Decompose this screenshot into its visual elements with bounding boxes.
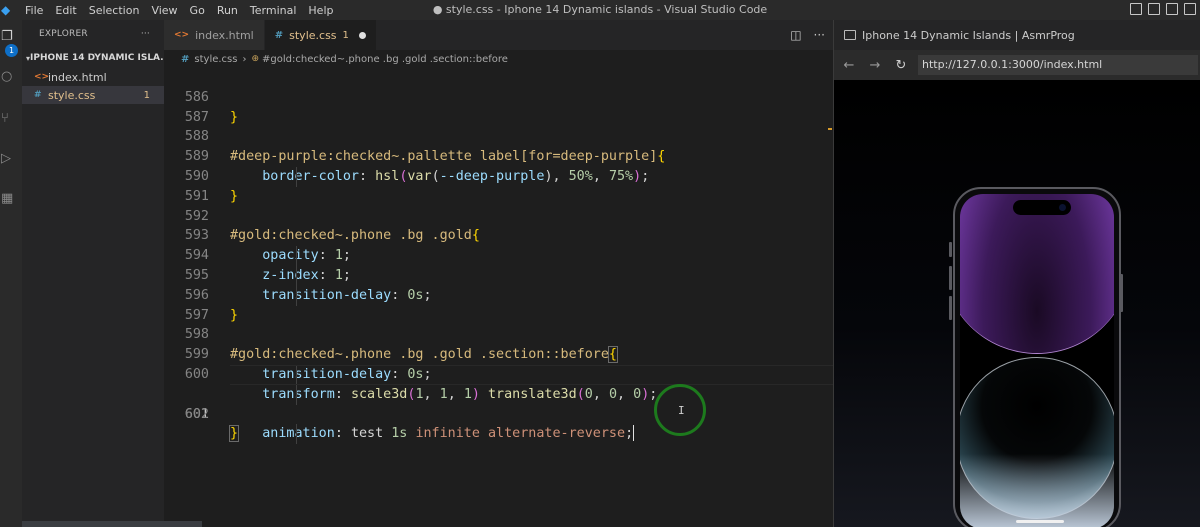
run-debug-icon[interactable]: ▷ bbox=[1, 152, 15, 166]
more-actions-icon[interactable]: ··· bbox=[814, 28, 825, 42]
explorer-more-icon[interactable]: ··· bbox=[141, 29, 150, 39]
html-file-icon: <> bbox=[34, 72, 50, 82]
back-arrow-icon[interactable]: ← bbox=[838, 58, 860, 73]
code-line: 591 bbox=[164, 167, 833, 204]
code-line-current: 601 animation: test 1s infinite alternat… bbox=[164, 364, 833, 445]
css-file-icon: # bbox=[274, 29, 284, 41]
tab-label: style.css bbox=[289, 28, 337, 42]
preview-page bbox=[834, 80, 1200, 527]
menu-go[interactable]: Go bbox=[184, 4, 211, 17]
explorer-badge: 1 bbox=[5, 44, 18, 57]
menu-selection[interactable]: Selection bbox=[83, 4, 146, 17]
code-line: 599 transition-delay: 0s; bbox=[164, 325, 833, 385]
toggle-panel-icon[interactable] bbox=[1148, 3, 1160, 15]
layout-controls bbox=[1130, 3, 1196, 15]
code-line: 590 } bbox=[164, 147, 833, 204]
breadcrumb-separator-icon: › bbox=[242, 53, 247, 65]
tab-index-html[interactable]: <> index.html bbox=[164, 20, 265, 50]
breadcrumb-file[interactable]: style.css bbox=[194, 54, 237, 65]
wallpaper-glow bbox=[960, 454, 1114, 527]
file-style-css[interactable]: # style.css 1 bbox=[22, 86, 164, 104]
breadcrumb-symbol[interactable]: #gold:checked~.phone .bg .gold .section:… bbox=[262, 54, 508, 65]
preview-tab[interactable]: Iphone 14 Dynamic Islands | AsmrProg bbox=[834, 20, 1200, 50]
customize-layout-icon[interactable] bbox=[1184, 3, 1196, 15]
tab-style-css[interactable]: # style.css 1 bbox=[264, 20, 377, 50]
code-editor[interactable]: 586 } 587 588 #deep-purple:checked~.pall… bbox=[164, 68, 833, 445]
preview-navbar: ← → ↻ http://127.0.0.1:3000/index.html bbox=[834, 50, 1200, 80]
explorer-bottom-bar bbox=[22, 521, 202, 527]
code-line: 588 #deep-purple:checked~.pallette label… bbox=[164, 108, 833, 164]
explorer-files-icon[interactable]: ❐ bbox=[1, 30, 15, 44]
mouse-ibeam-cursor-icon: I bbox=[678, 404, 685, 417]
split-editor-icon[interactable]: ◫ bbox=[790, 28, 801, 42]
phone-mute-switch bbox=[949, 242, 952, 257]
editor-area: <> index.html # style.css 1 ◫ ··· # styl… bbox=[164, 20, 833, 527]
code-line: 595 transition-delay: 0s; bbox=[164, 246, 833, 306]
browser-page-icon bbox=[844, 30, 856, 40]
toggle-secondary-sidebar-icon[interactable] bbox=[1166, 3, 1178, 15]
unsaved-dot-icon[interactable] bbox=[358, 31, 366, 39]
iphone-mockup bbox=[953, 187, 1121, 527]
dynamic-island bbox=[1013, 200, 1071, 215]
menu-run[interactable]: Run bbox=[211, 4, 244, 17]
scrollbar-modified-marker bbox=[828, 128, 832, 130]
explorer-sidebar: EXPLORER ··· ▾ IPHONE 14 DYNAMIC ISLA...… bbox=[22, 20, 164, 527]
home-indicator bbox=[1016, 520, 1064, 523]
menu-bar: File Edit Selection View Go Run Terminal… bbox=[19, 4, 339, 17]
code-line: 596 } bbox=[164, 266, 833, 323]
camera-icon bbox=[1059, 204, 1066, 211]
code-line: 594 z-index: 1; bbox=[164, 226, 833, 286]
folder-root[interactable]: ▾ IPHONE 14 DYNAMIC ISLA... bbox=[22, 48, 164, 68]
phone-volume-up bbox=[949, 266, 952, 290]
tab-label: index.html bbox=[195, 28, 254, 42]
editor-actions: ◫ ··· bbox=[790, 28, 825, 42]
menu-help[interactable]: Help bbox=[302, 4, 339, 17]
reload-icon[interactable]: ↻ bbox=[890, 58, 912, 73]
menu-terminal[interactable]: Terminal bbox=[244, 4, 303, 17]
editor-tabs: <> index.html # style.css 1 ◫ ··· bbox=[164, 20, 833, 50]
html-file-icon: <> bbox=[174, 30, 190, 40]
explorer-title: EXPLORER bbox=[39, 29, 88, 39]
file-index-html[interactable]: <> index.html bbox=[22, 68, 164, 86]
file-name: index.html bbox=[48, 70, 107, 84]
explorer-header: EXPLORER ··· bbox=[22, 20, 164, 48]
css-file-icon: # bbox=[34, 90, 42, 100]
menu-edit[interactable]: Edit bbox=[49, 4, 82, 17]
menu-file[interactable]: File bbox=[19, 4, 49, 17]
problem-count: 1 bbox=[143, 89, 150, 101]
code-line: 589 border-color: hsl(var(--deep-purple)… bbox=[164, 127, 833, 187]
line-number: 602 bbox=[184, 406, 209, 422]
menu-view[interactable]: View bbox=[145, 4, 183, 17]
code-line: 592 #gold:checked~.phone .bg .gold{ bbox=[164, 187, 833, 244]
selector-symbol-icon: ⊕ bbox=[251, 54, 260, 64]
source-control-icon[interactable]: ⑂ bbox=[1, 112, 15, 126]
code-line: 602 } bbox=[164, 385, 833, 443]
extensions-icon[interactable]: ▦ bbox=[1, 192, 15, 206]
wallpaper-top-shape bbox=[960, 194, 1114, 354]
vscode-logo-icon: ◆ bbox=[1, 3, 11, 17]
file-name: style.css bbox=[48, 88, 96, 102]
code-line: 600 transform: scale3d(1, 1, 1) translat… bbox=[164, 345, 833, 405]
search-icon[interactable]: ○ bbox=[1, 70, 15, 84]
folder-name: IPHONE 14 DYNAMIC ISLA... bbox=[30, 53, 164, 63]
preview-tab-title: Iphone 14 Dynamic Islands | AsmrProg bbox=[862, 28, 1075, 42]
title-bar: ◆ File Edit Selection View Go Run Termin… bbox=[0, 0, 1200, 20]
forward-arrow-icon[interactable]: → bbox=[864, 58, 886, 73]
code-line: 593 opacity: 1; bbox=[164, 207, 833, 266]
code-line: 586 } bbox=[164, 68, 833, 125]
browser-preview-panel: Iphone 14 Dynamic Islands | AsmrProg ← →… bbox=[833, 20, 1200, 527]
url-input[interactable]: http://127.0.0.1:3000/index.html bbox=[918, 55, 1198, 75]
css-file-icon: # bbox=[181, 53, 190, 65]
code-line: 587 bbox=[164, 88, 833, 125]
breadcrumb: # style.css › ⊕ #gold:checked~.phone .bg… bbox=[164, 50, 833, 68]
phone-volume-down bbox=[949, 296, 952, 320]
activity-bar: ❐ 1 ○ ⑂ ▷ ▦ bbox=[0, 20, 22, 527]
code-line: 598 #gold:checked~.phone .bg .gold .sect… bbox=[164, 306, 833, 364]
code-line: 597 bbox=[164, 286, 833, 323]
tab-problem-count: 1 bbox=[342, 29, 349, 41]
toggle-sidebar-icon[interactable] bbox=[1130, 3, 1142, 15]
phone-screen bbox=[960, 194, 1114, 527]
